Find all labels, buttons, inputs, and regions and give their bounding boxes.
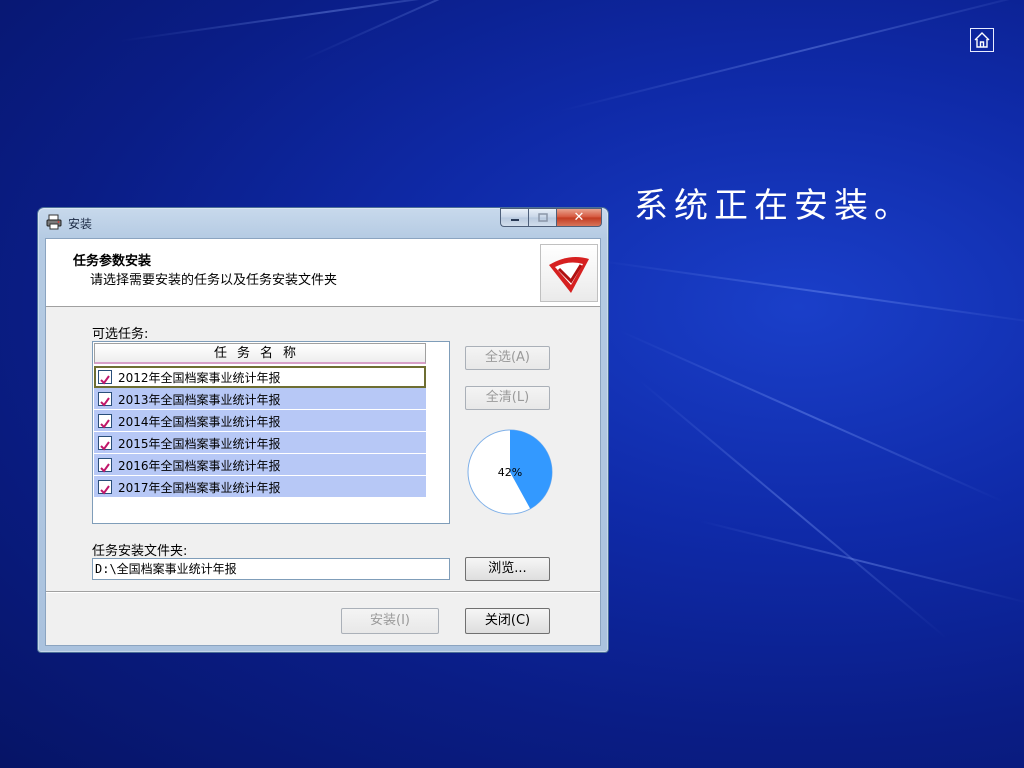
list-item[interactable]: 2014年全国档案事业统计年报 [94, 410, 426, 432]
task-checkbox[interactable] [98, 480, 112, 495]
tasks-label: 可选任务: [92, 327, 149, 342]
home-icon [974, 32, 990, 48]
title-bar[interactable]: 安装 ✕ [38, 208, 608, 238]
select-all-button[interactable]: 全选(A) [465, 346, 550, 370]
list-item[interactable]: 2012年全国档案事业统计年报 [94, 366, 426, 388]
maximize-icon [537, 212, 548, 222]
home-button[interactable] [970, 28, 994, 52]
check-icon [100, 375, 110, 385]
list-item[interactable]: 2013年全国档案事业统计年报 [94, 388, 426, 410]
maximize-button[interactable] [528, 208, 556, 227]
install-button[interactable]: 安装(I) [341, 608, 439, 634]
progress-label: 42% [498, 466, 522, 479]
task-list[interactable]: 任务名称 2012年全国档案事业统计年报 2013年全国档案事业统计年报 201… [92, 341, 450, 524]
close-button[interactable]: 关闭(C) [465, 608, 550, 634]
install-window: 安装 ✕ 任务参数安装 请选择需要安装的任务以及任务安装文件夹 可选任务: 任务… [37, 207, 609, 653]
dialog-client: 任务参数安装 请选择需要安装的任务以及任务安装文件夹 可选任务: 任务名称 20… [45, 238, 601, 646]
check-icon [100, 485, 110, 495]
minimize-icon [510, 218, 519, 221]
task-checkbox[interactable] [98, 392, 112, 407]
clear-all-button[interactable]: 全清(L) [465, 386, 550, 410]
browse-button[interactable]: 浏览... [465, 557, 550, 581]
task-label: 2016年全国档案事业统计年报 [118, 459, 281, 473]
list-item[interactable]: 2017年全国档案事业统计年报 [94, 476, 426, 498]
task-checkbox[interactable] [98, 414, 112, 429]
task-checkbox[interactable] [98, 458, 112, 473]
bottom-separator [46, 591, 600, 593]
header-panel: 任务参数安装 请选择需要安装的任务以及任务安装文件夹 [46, 239, 600, 307]
close-icon: ✕ [573, 210, 585, 225]
column-header-task-name[interactable]: 任务名称 [94, 343, 426, 364]
task-label: 2014年全国档案事业统计年报 [118, 415, 281, 429]
check-icon [100, 397, 110, 407]
folder-path-input[interactable]: D:\全国档案事业统计年报 [92, 558, 450, 580]
header-subtitle: 请选择需要安装的任务以及任务安装文件夹 [90, 273, 338, 288]
task-checkbox[interactable] [98, 436, 112, 451]
check-icon [100, 463, 110, 473]
minimize-button[interactable] [500, 208, 528, 227]
list-item[interactable]: 2015年全国档案事业统计年报 [94, 432, 426, 454]
logo [540, 244, 598, 302]
window-title: 安装 [68, 217, 93, 231]
check-icon [100, 441, 110, 451]
logo-icon [549, 257, 589, 293]
task-label: 2012年全国档案事业统计年报 [118, 371, 281, 385]
task-label: 2013年全国档案事业统计年报 [118, 393, 281, 407]
close-window-button[interactable]: ✕ [556, 208, 602, 227]
task-label: 2015年全国档案事业统计年报 [118, 437, 281, 451]
progress-pie: 42% [467, 429, 553, 515]
folder-label: 任务安装文件夹: [92, 544, 188, 559]
list-item[interactable]: 2016年全国档案事业统计年报 [94, 454, 426, 476]
header-title: 任务参数安装 [73, 254, 152, 269]
task-checkbox[interactable] [98, 370, 112, 385]
printer-icon [46, 214, 62, 230]
check-icon [100, 419, 110, 429]
slide-text: 系统正在安装。 [634, 186, 914, 226]
task-label: 2017年全国档案事业统计年报 [118, 481, 281, 495]
